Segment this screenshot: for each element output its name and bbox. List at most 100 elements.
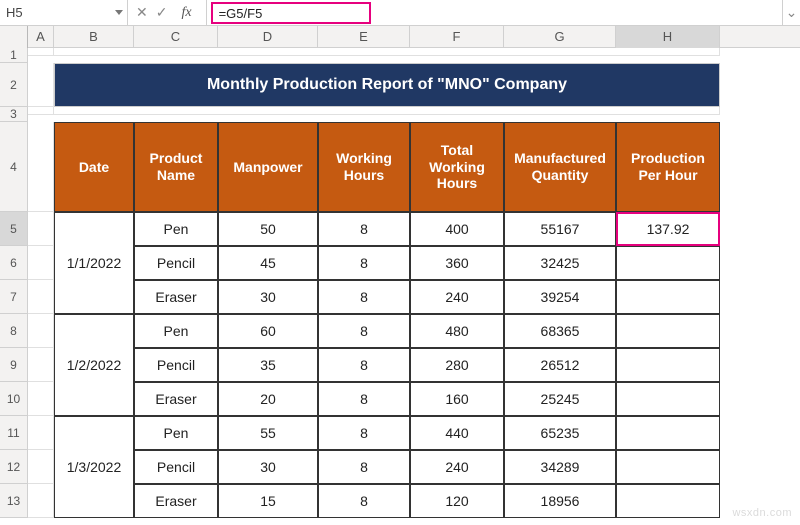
expand-formula-icon[interactable]: ⌄ — [782, 0, 800, 25]
table-cell[interactable]: 15 — [218, 484, 318, 518]
date-cell[interactable]: 1/3/2022 — [54, 416, 134, 518]
table-cell[interactable]: 8 — [318, 348, 410, 382]
table-cell[interactable]: 39254 — [504, 280, 616, 314]
row-header-6[interactable]: 6 — [0, 246, 28, 280]
th-total-hours[interactable]: Total Working Hours — [410, 122, 504, 212]
table-cell[interactable]: 65235 — [504, 416, 616, 450]
cell[interactable] — [28, 63, 54, 107]
table-cell[interactable]: 360 — [410, 246, 504, 280]
table-cell[interactable]: 50 — [218, 212, 318, 246]
table-cell[interactable]: Eraser — [134, 382, 218, 416]
table-cell[interactable]: 45 — [218, 246, 318, 280]
table-cell[interactable]: 400 — [410, 212, 504, 246]
cancel-icon[interactable]: ✕ — [136, 4, 148, 21]
table-cell[interactable]: 8 — [318, 280, 410, 314]
row-header-2[interactable]: 2 — [0, 63, 28, 107]
table-cell[interactable]: 8 — [318, 450, 410, 484]
col-header-B[interactable]: B — [54, 26, 134, 48]
cell[interactable] — [28, 382, 54, 416]
table-cell[interactable]: 25245 — [504, 382, 616, 416]
table-cell[interactable]: 30 — [218, 450, 318, 484]
row-header-12[interactable]: 12 — [0, 450, 28, 484]
date-cell[interactable]: 1/2/2022 — [54, 314, 134, 416]
col-header-E[interactable]: E — [318, 26, 410, 48]
cell[interactable] — [28, 348, 54, 382]
formula-input-wrap[interactable]: =G5/F5 — [207, 0, 782, 25]
row-header-10[interactable]: 10 — [0, 382, 28, 416]
cell[interactable] — [54, 107, 720, 115]
cell[interactable] — [28, 212, 54, 246]
row-header-13[interactable]: 13 — [0, 484, 28, 518]
table-cell[interactable]: 8 — [318, 246, 410, 280]
table-cell[interactable]: Pencil — [134, 246, 218, 280]
table-cell[interactable]: 34289 — [504, 450, 616, 484]
row-header-9[interactable]: 9 — [0, 348, 28, 382]
table-cell[interactable] — [616, 450, 720, 484]
formula-input[interactable]: =G5/F5 — [211, 2, 371, 24]
cell[interactable] — [28, 484, 54, 518]
cell[interactable] — [54, 48, 720, 56]
table-cell[interactable] — [616, 348, 720, 382]
table-cell[interactable]: Pen — [134, 416, 218, 450]
col-header-D[interactable]: D — [218, 26, 318, 48]
cell[interactable] — [28, 122, 54, 212]
row-header-8[interactable]: 8 — [0, 314, 28, 348]
table-cell[interactable]: 20 — [218, 382, 318, 416]
cell[interactable] — [28, 107, 54, 115]
accept-icon[interactable]: ✓ — [156, 4, 168, 21]
cell[interactable] — [28, 314, 54, 348]
table-cell[interactable]: 35 — [218, 348, 318, 382]
table-cell[interactable] — [616, 280, 720, 314]
table-cell[interactable]: 120 — [410, 484, 504, 518]
table-cell[interactable]: 137.92 — [616, 212, 720, 246]
table-cell[interactable]: 26512 — [504, 348, 616, 382]
row-header-7[interactable]: 7 — [0, 280, 28, 314]
table-cell[interactable]: 8 — [318, 314, 410, 348]
fx-icon[interactable]: fx — [175, 5, 197, 21]
table-cell[interactable]: 55167 — [504, 212, 616, 246]
row-header-3[interactable]: 3 — [0, 107, 28, 122]
date-cell[interactable]: 1/1/2022 — [54, 212, 134, 314]
row-header-4[interactable]: 4 — [0, 122, 28, 212]
table-cell[interactable] — [616, 416, 720, 450]
table-cell[interactable]: 240 — [410, 280, 504, 314]
chevron-down-icon[interactable] — [115, 10, 123, 15]
table-cell[interactable]: Pen — [134, 314, 218, 348]
table-cell[interactable]: 8 — [318, 212, 410, 246]
table-cell[interactable]: 60 — [218, 314, 318, 348]
table-cell[interactable]: 440 — [410, 416, 504, 450]
table-cell[interactable]: Pen — [134, 212, 218, 246]
col-header-A[interactable]: A — [28, 26, 54, 48]
cell[interactable] — [28, 246, 54, 280]
col-header-C[interactable]: C — [134, 26, 218, 48]
table-cell[interactable] — [616, 484, 720, 518]
row-header-11[interactable]: 11 — [0, 416, 28, 450]
row-header-5[interactable]: 5 — [0, 212, 28, 246]
table-cell[interactable]: 18956 — [504, 484, 616, 518]
table-cell[interactable] — [616, 314, 720, 348]
table-cell[interactable]: 8 — [318, 416, 410, 450]
table-cell[interactable]: 30 — [218, 280, 318, 314]
th-pph[interactable]: Production Per Hour — [616, 122, 720, 212]
spreadsheet-grid[interactable]: A B C D E F G H 1 2 Monthly Production R… — [0, 26, 800, 518]
th-manpower[interactable]: Manpower — [218, 122, 318, 212]
cell[interactable] — [28, 416, 54, 450]
row-header-1[interactable]: 1 — [0, 48, 28, 63]
cell[interactable] — [28, 48, 54, 56]
table-cell[interactable]: 280 — [410, 348, 504, 382]
table-cell[interactable]: 160 — [410, 382, 504, 416]
table-cell[interactable]: Pencil — [134, 450, 218, 484]
select-all-corner[interactable] — [0, 26, 28, 48]
table-cell[interactable]: 32425 — [504, 246, 616, 280]
table-cell[interactable]: 480 — [410, 314, 504, 348]
th-qty[interactable]: Manufactured Quantity — [504, 122, 616, 212]
table-cell[interactable]: 68365 — [504, 314, 616, 348]
th-hours[interactable]: Working Hours — [318, 122, 410, 212]
cell[interactable] — [28, 450, 54, 484]
col-header-F[interactable]: F — [410, 26, 504, 48]
table-cell[interactable]: Eraser — [134, 280, 218, 314]
col-header-H[interactable]: H — [616, 26, 720, 48]
th-product[interactable]: Product Name — [134, 122, 218, 212]
table-cell[interactable]: 55 — [218, 416, 318, 450]
table-cell[interactable]: 240 — [410, 450, 504, 484]
